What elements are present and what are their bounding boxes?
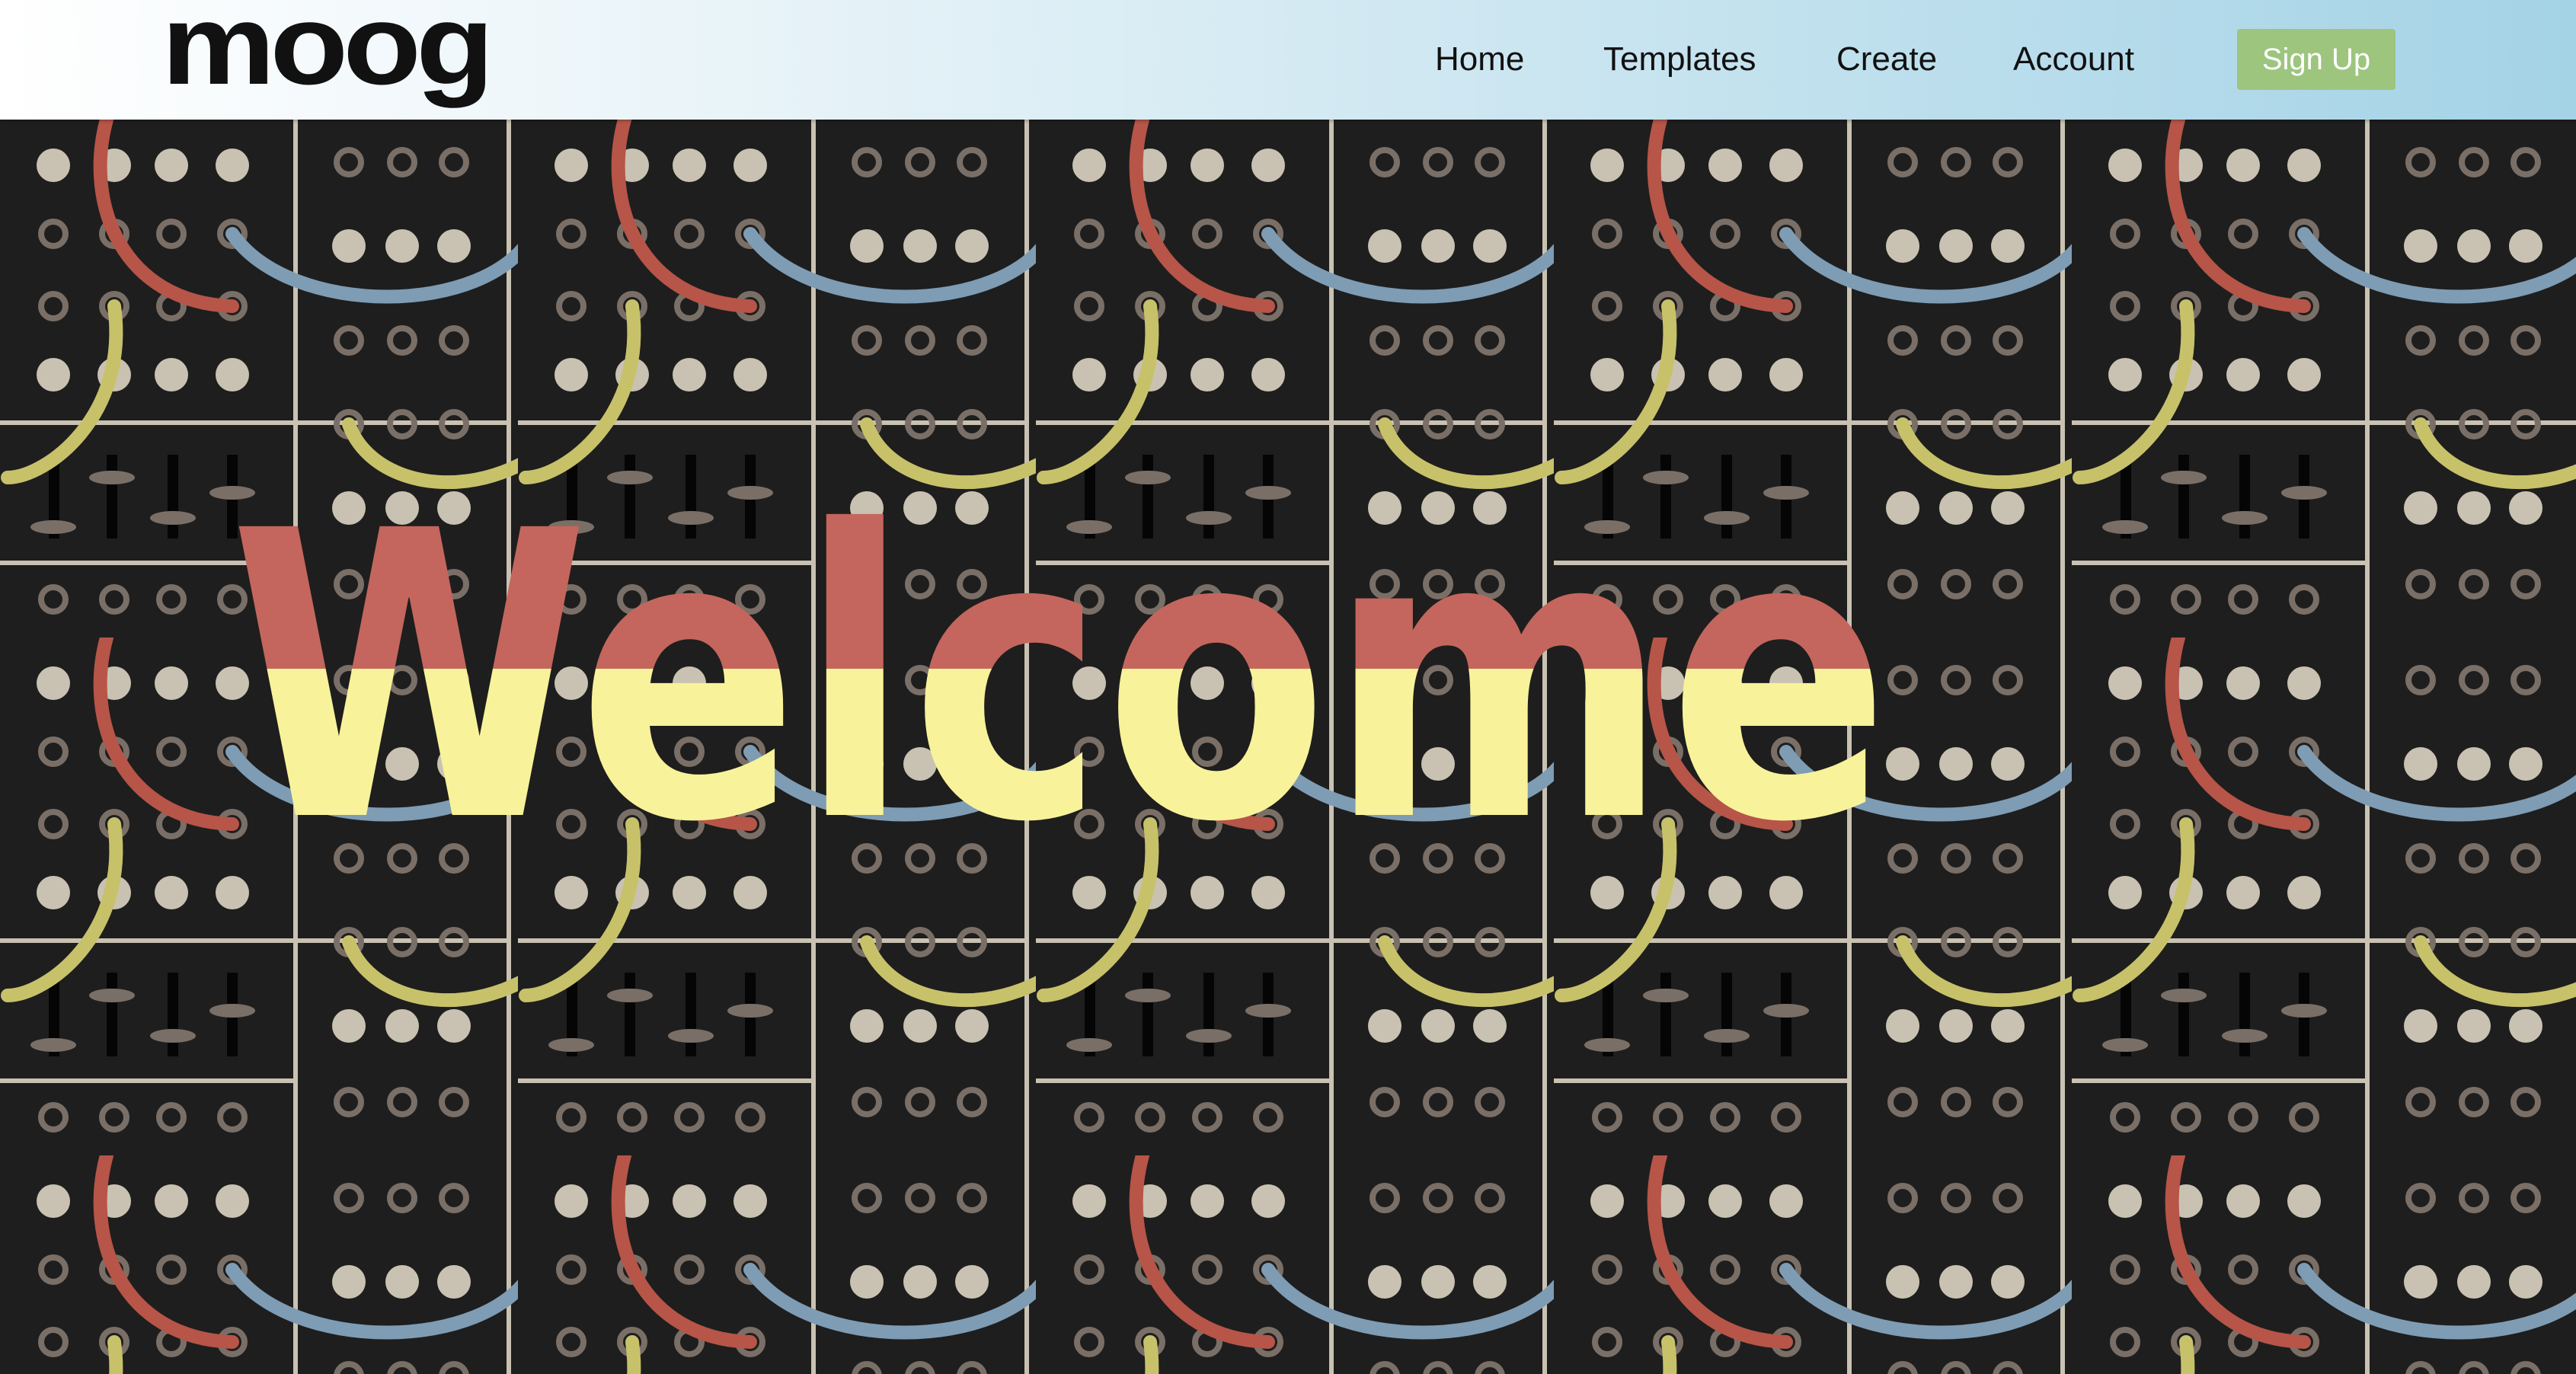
nav-account-link[interactable]: Account — [2013, 32, 2134, 87]
welcome-text: Welcome — [229, 447, 1890, 909]
nav-templates-link[interactable]: Templates — [1603, 32, 1756, 87]
navbar: moog Home Templates Create Account Sign … — [0, 0, 2576, 120]
welcome-heading: Welcome — [229, 447, 1890, 909]
nav-home-link[interactable]: Home — [1435, 32, 1524, 87]
synth-panel-background: Welcome — [0, 120, 2576, 1374]
sign-up-button[interactable]: Sign Up — [2237, 29, 2395, 90]
nav-create-link[interactable]: Create — [1836, 32, 1937, 87]
logo-wordmark: moog — [161, 8, 489, 108]
moog-logo[interactable]: moog — [161, 8, 497, 114]
